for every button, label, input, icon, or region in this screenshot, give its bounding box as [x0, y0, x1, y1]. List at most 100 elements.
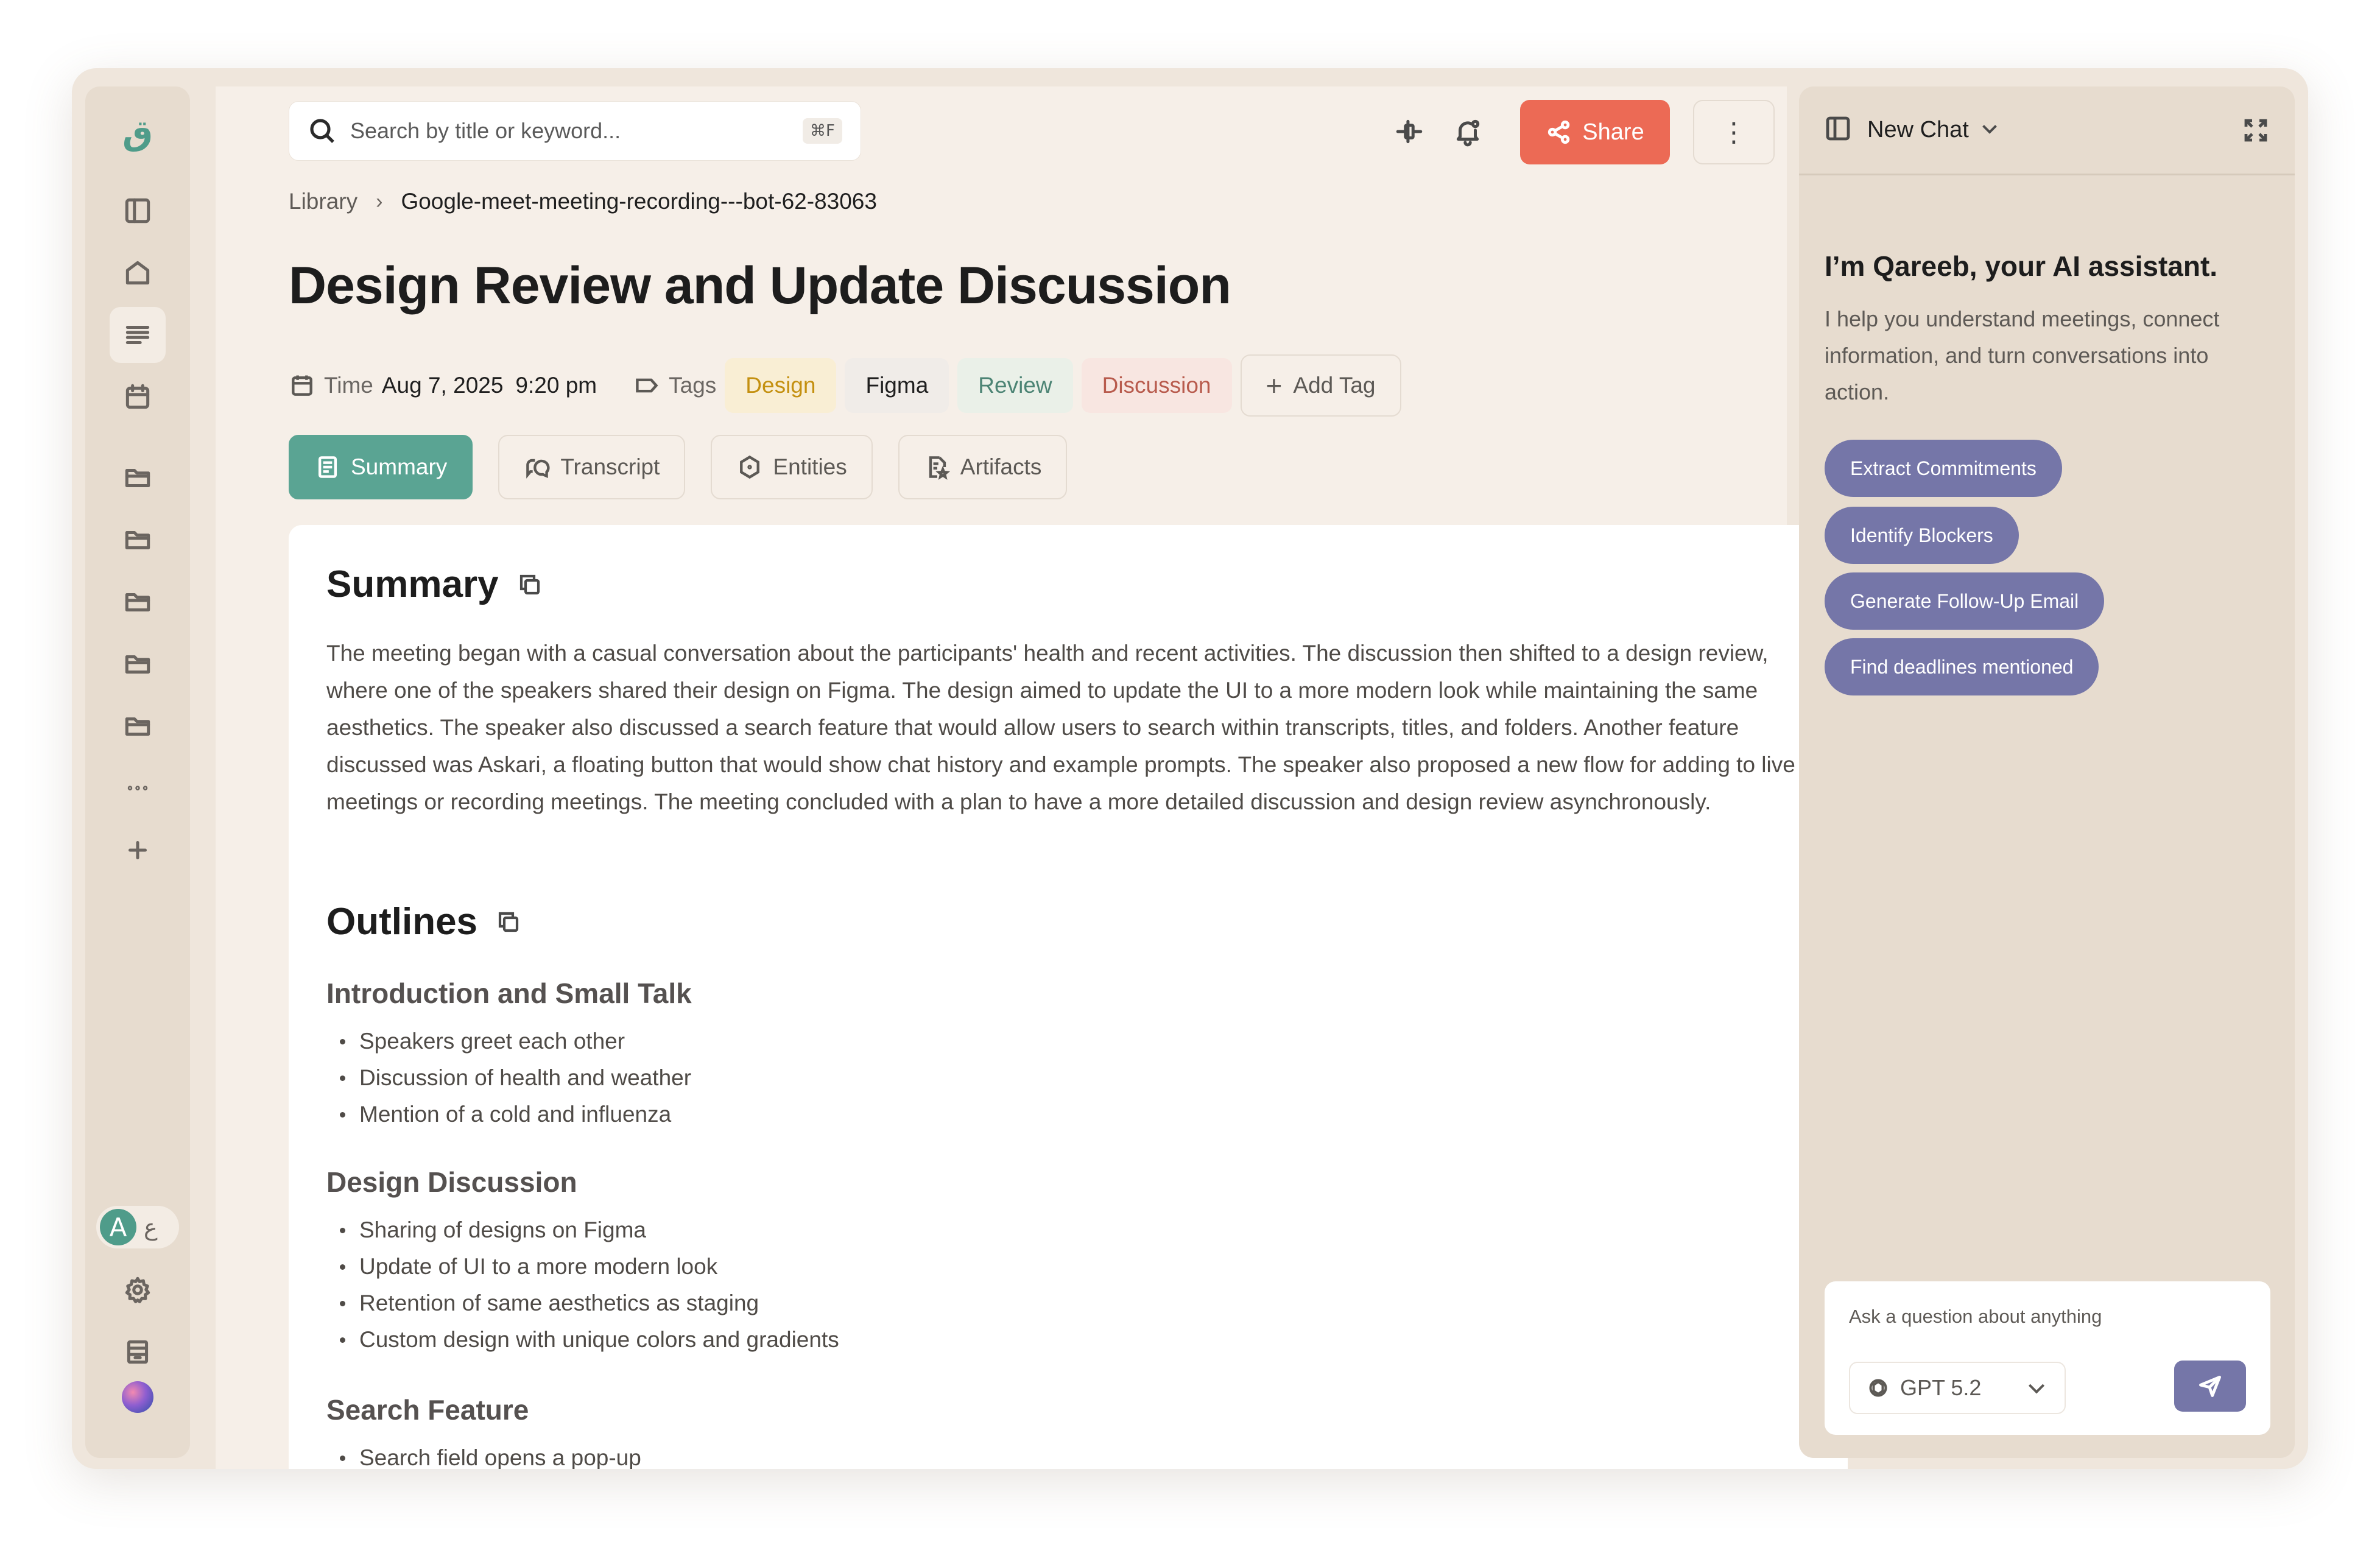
copy-icon[interactable] — [517, 572, 543, 597]
tag-figma[interactable]: Figma — [845, 358, 949, 413]
meta-row: Time Aug 7, 2025 9:20 pm Tags Design Fig… — [289, 354, 1401, 417]
tab-summary-label: Summary — [351, 454, 448, 479]
send-icon — [2199, 1375, 2221, 1397]
gear-icon[interactable] — [110, 1262, 166, 1318]
list-item: Search field opens a pop-up — [326, 1440, 641, 1469]
chat-composer: GPT 5.2 — [1825, 1281, 2270, 1435]
time-label: Time — [324, 373, 373, 398]
breadcrumb-current: Google-meet-meeting-recording---bot-62-8… — [401, 189, 877, 214]
folder-icon[interactable] — [110, 636, 166, 692]
add-tag-button[interactable]: + Add Tag — [1240, 354, 1401, 417]
search-icon — [310, 119, 334, 143]
prompt-extract-commitments[interactable]: Extract Commitments — [1825, 440, 2062, 497]
expand-icon[interactable] — [2241, 116, 2270, 148]
summary-card: Summary The meeting began with a casual … — [289, 525, 1848, 1469]
meeting-date: Aug 7, 2025 — [381, 373, 504, 398]
list-item: Custom design with unique colors and gra… — [326, 1322, 839, 1358]
folder-icon[interactable] — [110, 574, 166, 630]
tab-entities-label: Entities — [773, 454, 847, 479]
tab-transcript-label: Transcript — [560, 454, 660, 479]
breadcrumb: Library › Google-meet-meeting-recording-… — [289, 189, 877, 214]
chevron-down-icon — [2028, 1384, 2045, 1394]
file-star-icon — [929, 456, 950, 480]
list-item: Sharing of designs on Figma — [326, 1212, 839, 1248]
outlines-heading-text: Outlines — [326, 901, 478, 943]
chat-panel: New Chat I’m Qareeb, your AI assistant. … — [1799, 86, 2295, 1458]
list-item: Update of UI to a more modern look — [326, 1248, 839, 1285]
lang-english-option[interactable]: A — [100, 1209, 136, 1245]
chat-input[interactable] — [1849, 1306, 2239, 1328]
panel-icon[interactable] — [1823, 114, 1853, 146]
model-select[interactable]: GPT 5.2 — [1849, 1362, 2066, 1414]
search-input[interactable] — [350, 118, 803, 144]
share-button[interactable]: Share — [1520, 100, 1670, 164]
tab-artifacts[interactable]: Artifacts — [898, 435, 1068, 499]
assistant-greeting: I’m Qareeb, your AI assistant. — [1825, 250, 2218, 282]
folder-icon[interactable] — [110, 512, 166, 568]
assistant-description: I help you understand meetings, connect … — [1825, 306, 2220, 404]
add-folder-icon[interactable] — [110, 822, 166, 878]
tag-design[interactable]: Design — [725, 358, 837, 413]
tab-bar: Summary Transcript Entities Artifacts — [289, 435, 1068, 499]
more-folders-icon[interactable] — [110, 760, 166, 816]
search-shortcut-badge: ⌘F — [803, 118, 842, 144]
folder-icon[interactable] — [110, 449, 166, 505]
add-tag-label: Add Tag — [1293, 373, 1376, 398]
tab-summary[interactable]: Summary — [289, 435, 473, 499]
bell-icon[interactable] — [1448, 112, 1487, 151]
list-item: Speakers greet each other — [326, 1023, 691, 1060]
prompt-identify-blockers[interactable]: Identify Blockers — [1825, 507, 2019, 564]
share-button-label: Share — [1582, 119, 1644, 145]
main-area: ⌘F Share ⋮ Library › Google-meet-meeting… — [216, 86, 1848, 1469]
breadcrumb-library[interactable]: Library — [289, 189, 357, 214]
tag-discussion[interactable]: Discussion — [1081, 358, 1232, 413]
tag-icon — [636, 378, 658, 393]
left-rail: ق A ع — [85, 86, 190, 1458]
send-button[interactable] — [2174, 1361, 2246, 1412]
openai-icon — [1869, 1379, 1887, 1397]
list-item: Retention of same aesthetics as staging — [326, 1285, 839, 1322]
sidebar-toggle-icon[interactable] — [110, 183, 166, 239]
calendar-icon[interactable] — [110, 369, 166, 425]
chat-header: New Chat — [1799, 86, 2295, 175]
document-icon — [318, 456, 337, 478]
app-window: ق A ع Search by title or keyword... ⌘F S… — [72, 68, 2308, 1469]
prompt-generate-follow-up-email[interactable]: Generate Follow-Up Email — [1825, 572, 2105, 630]
prompt-find-deadlines[interactable]: Find deadlines mentioned — [1825, 638, 2099, 695]
tab-entities[interactable]: Entities — [711, 435, 873, 499]
outline-list: Search field opens a pop-up — [326, 1440, 641, 1469]
library-icon[interactable] — [110, 307, 166, 363]
summary-heading: Summary — [326, 563, 543, 606]
language-toggle[interactable]: A ع — [96, 1206, 179, 1248]
home-icon[interactable] — [110, 245, 166, 301]
tags-label: Tags — [669, 373, 717, 398]
search-bar[interactable]: ⌘F — [289, 101, 861, 161]
outline-list: Sharing of designs on Figma Update of UI… — [326, 1212, 839, 1358]
avatar[interactable] — [122, 1381, 153, 1413]
share-icon — [1548, 120, 1570, 144]
more-options-button[interactable]: ⋮ — [1693, 100, 1775, 164]
plus-icon: + — [1266, 370, 1283, 401]
folder-icon[interactable] — [110, 698, 166, 754]
list-item: Mention of a cold and influenza — [326, 1096, 691, 1133]
summary-heading-text: Summary — [326, 563, 499, 605]
tag-review[interactable]: Review — [957, 358, 1073, 413]
outline-section-title: Introduction and Small Talk — [326, 977, 692, 1009]
archive-icon[interactable] — [110, 1324, 166, 1380]
tab-transcript[interactable]: Transcript — [498, 435, 686, 499]
waveform-icon[interactable] — [1390, 112, 1429, 151]
hexagon-icon — [740, 455, 760, 479]
lang-arabic-option[interactable]: ع — [144, 1214, 158, 1241]
model-select-value: GPT 5.2 — [1900, 1375, 1982, 1400]
chat-title[interactable]: New Chat — [1867, 117, 1969, 143]
copy-icon[interactable] — [496, 909, 521, 935]
summary-text: The meeting began with a casual conversa… — [326, 641, 1795, 814]
outline-section-title: Design Discussion — [326, 1166, 577, 1198]
outline-section-title: Search Feature — [326, 1394, 529, 1426]
chevron-down-icon[interactable] — [1969, 118, 2001, 143]
page-title: Design Review and Update Discussion — [289, 256, 1231, 315]
calendar-icon — [292, 375, 312, 396]
meeting-time: 9:20 pm — [515, 373, 597, 398]
tab-artifacts-label: Artifacts — [960, 454, 1042, 479]
app-logo[interactable]: ق — [110, 105, 166, 161]
